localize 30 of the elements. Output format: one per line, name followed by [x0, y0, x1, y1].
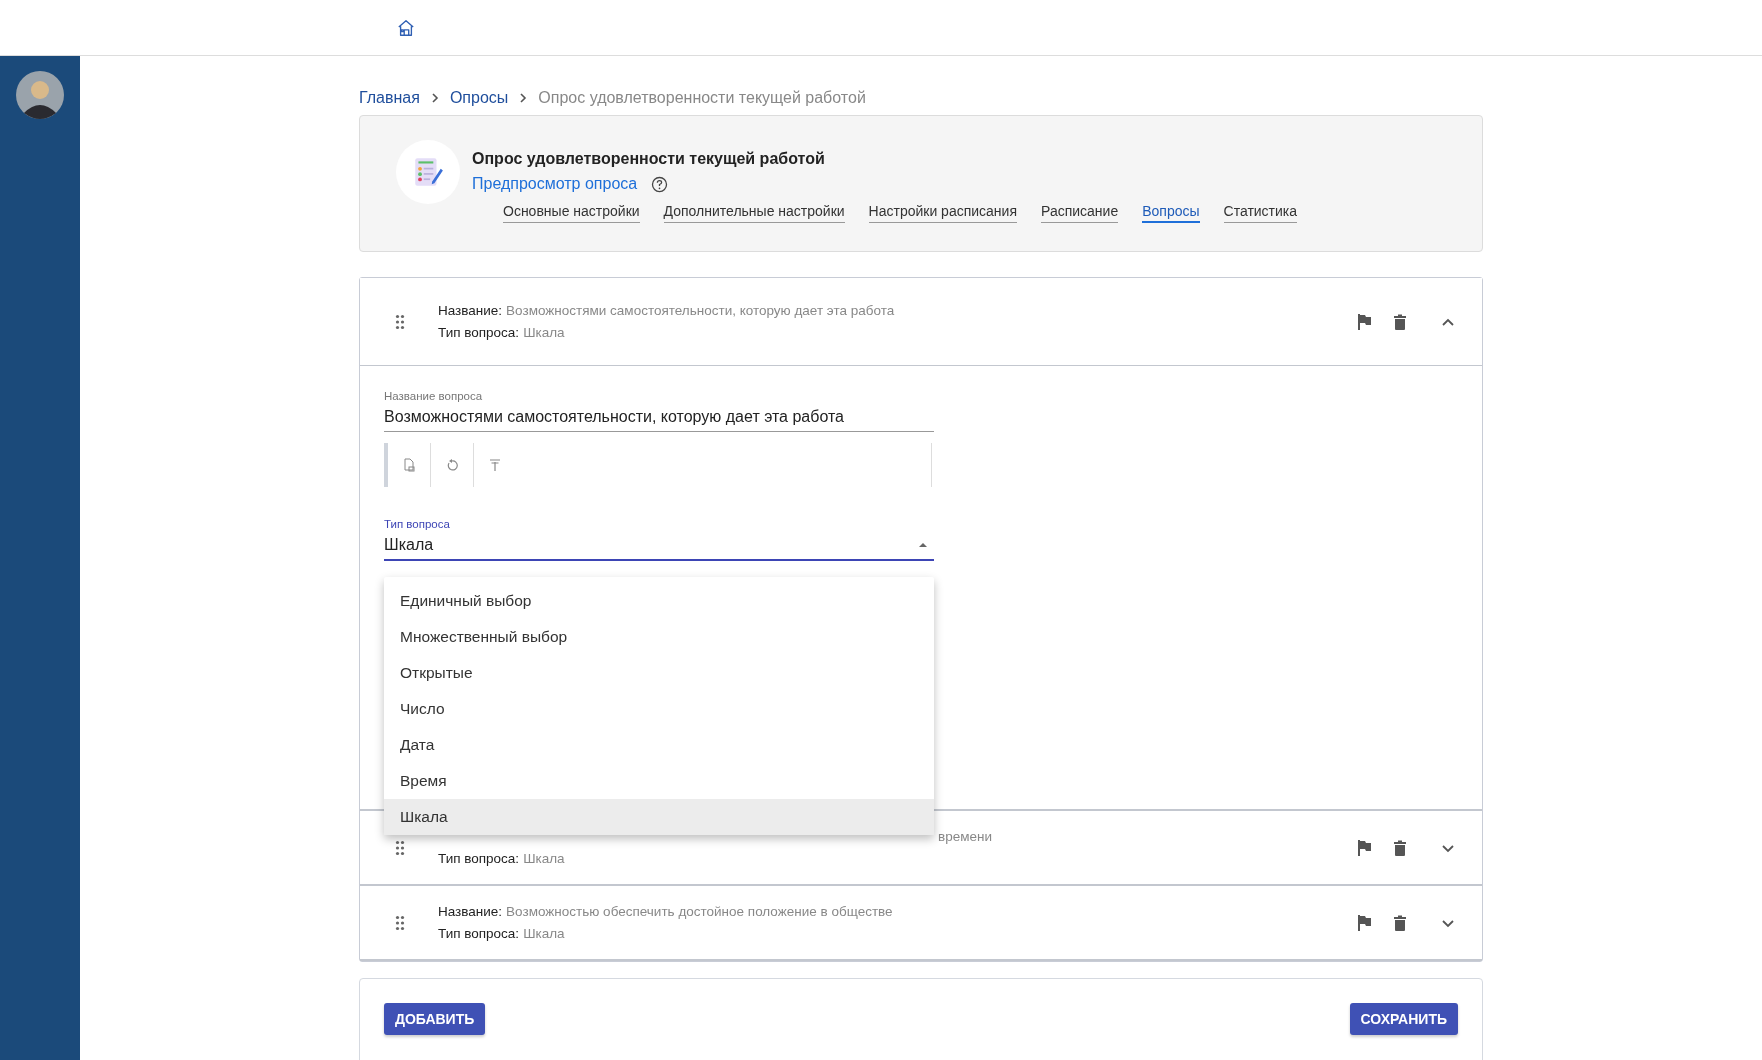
survey-title: Опрос удовлетворенности текущей работой [472, 150, 826, 168]
field-label: Название вопроса [384, 390, 484, 402]
question-name-field[interactable]: Возможностями самостоятельности, которую дает эта работа [384, 402, 934, 432]
save-button[interactable]: СОХРАНИТЬ [1349, 1003, 1458, 1035]
tab[interactable]: Статистика [1223, 203, 1298, 223]
question-type: Тип вопроса: Шкала [438, 849, 566, 868]
dropdown-option[interactable]: Время [384, 763, 934, 799]
question-name: Название: Возможностями самостоятельности, которую дает эта работа [438, 301, 896, 320]
preview-link[interactable]: Предпросмотр опроса [472, 175, 638, 193]
question-name: времени [937, 827, 993, 846]
dropdown-option[interactable]: Множественный выбор [384, 619, 934, 655]
question-type: Тип вопроса: Шкала [438, 924, 566, 943]
tab[interactable]: Основные настройки [503, 203, 640, 223]
breadcrumb[interactable]: Главная [359, 89, 420, 107]
add-button[interactable]: ДОБАВИТЬ [384, 1003, 486, 1035]
tab[interactable]: Настройки расписания [868, 203, 1017, 223]
field-label: Тип вопроса [384, 518, 451, 530]
breadcrumb[interactable]: Опросы [449, 89, 509, 107]
dropdown-option[interactable]: Открытые [384, 655, 934, 691]
question-name: Название: Возможностью обеспечить достойное положение в обществе [438, 902, 894, 921]
question-type: Тип вопроса: Шкала [438, 323, 566, 342]
dropdown-option[interactable]: Число [384, 691, 934, 727]
breadcrumb: Опрос удовлетворенности текущей работой [538, 89, 866, 107]
tab[interactable]: Вопросы [1142, 203, 1200, 223]
question-type-select[interactable]: Шкала [384, 530, 934, 561]
dropdown-option[interactable]: Дата [384, 727, 934, 763]
dropdown-option[interactable]: Единичный выбор [384, 583, 934, 619]
tab[interactable]: Дополнительные настройки [663, 203, 845, 223]
tab[interactable]: Расписание [1041, 203, 1119, 223]
dropdown-option[interactable]: Шкала [384, 799, 934, 835]
